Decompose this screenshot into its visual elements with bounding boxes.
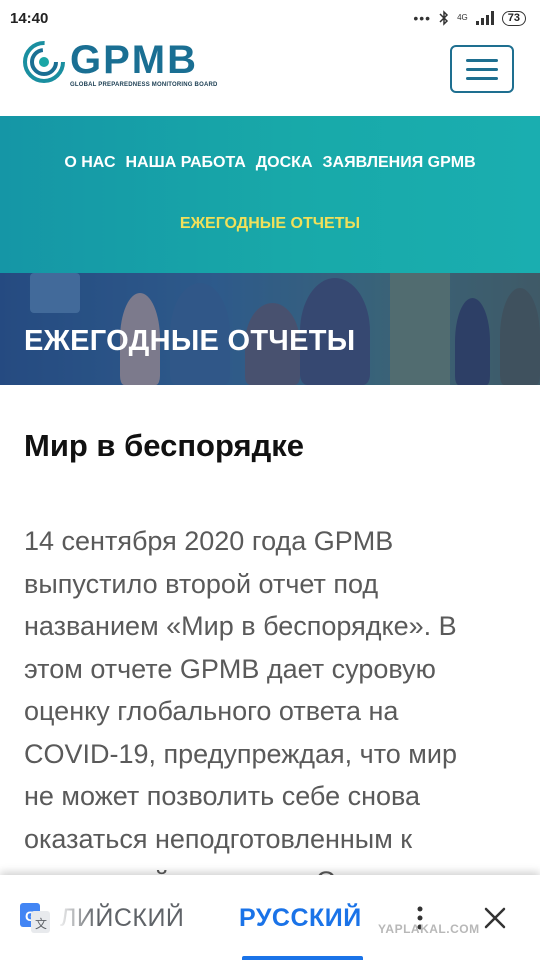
article-line: COVID-19, предупреждая, что мир: [24, 738, 457, 769]
nav-item-annual-reports[interactable]: ЕЖЕГОДНЫЕ ОТЧЕТЫ: [180, 215, 360, 232]
google-translate-icon[interactable]: G 文: [18, 901, 52, 935]
logo-swirl-icon: [23, 41, 65, 83]
active-tab-indicator: [242, 956, 363, 960]
article-line: названием «Мир в беспорядке». В: [24, 611, 457, 641]
article-line: оказаться неподготовленным к: [24, 823, 413, 854]
hero-banner: ЕЖЕГОДНЫЕ ОТЧЕТЫ: [0, 273, 540, 385]
logo-subtitle: GLOBAL PREPAREDNESS MONITORING BOARD: [70, 82, 218, 88]
hero-title: ЕЖЕГОДНЫЕ ОТЧЕТЫ: [24, 325, 356, 357]
nav-item-about[interactable]: О НАС: [64, 154, 115, 172]
article-line: не может позволить себе снова: [24, 781, 421, 811]
target-language-tab[interactable]: РУССКИЙ: [239, 904, 362, 933]
nav-item-board[interactable]: ДОСКА: [256, 154, 313, 172]
article-line: этом отчете GPMB дает суровую: [24, 653, 436, 684]
signal-icon: [475, 11, 494, 25]
nav-item-statements[interactable]: ЗАЯВЛЕНИЯ GPMB: [323, 154, 476, 172]
svg-text:文: 文: [35, 916, 47, 931]
network-type: 4G: [457, 13, 468, 22]
logo-wordmark: GPMB: [70, 38, 198, 82]
main-navigation: О НАС НАША РАБОТА ДОСКА ЗАЯВЛЕНИЯ GPMB Е…: [0, 116, 540, 273]
site-header: GPMB GLOBAL PREPAREDNESS MONITORING BOAR…: [0, 36, 540, 116]
status-icons: ••• 4G 73: [413, 10, 526, 26]
nav-item-our-work[interactable]: НАША РАБОТА: [126, 154, 246, 172]
translate-bar: G 文 ЛИЙСКИЙ РУССКИЙ: [0, 875, 540, 960]
hamburger-line: [466, 76, 498, 80]
hamburger-line: [466, 67, 498, 71]
hamburger-line: [466, 58, 498, 62]
watermark: YAPLAKAL.COM: [378, 922, 480, 936]
article-line: оценку глобального ответа на: [24, 696, 399, 726]
article-line: 14 сентября 2020 года GPMB: [24, 526, 394, 556]
notification-dots-icon: •••: [413, 10, 432, 26]
status-time: 14:40: [10, 9, 49, 27]
close-icon[interactable]: [482, 905, 508, 931]
article-title: Мир в беспорядке: [24, 428, 305, 463]
gpmb-logo[interactable]: GPMB GLOBAL PREPAREDNESS MONITORING BOAR…: [22, 40, 218, 88]
tab-fade: [56, 897, 96, 937]
article-body: 14 сентября 2020 года GPMB выпустило вто…: [24, 520, 524, 903]
status-bar: 14:40 ••• 4G 73: [0, 0, 540, 36]
hamburger-menu-button[interactable]: [450, 45, 514, 93]
bluetooth-icon: [439, 10, 449, 26]
battery-icon: 73: [501, 10, 526, 26]
article-line: выпустило второй отчет под: [24, 568, 379, 599]
